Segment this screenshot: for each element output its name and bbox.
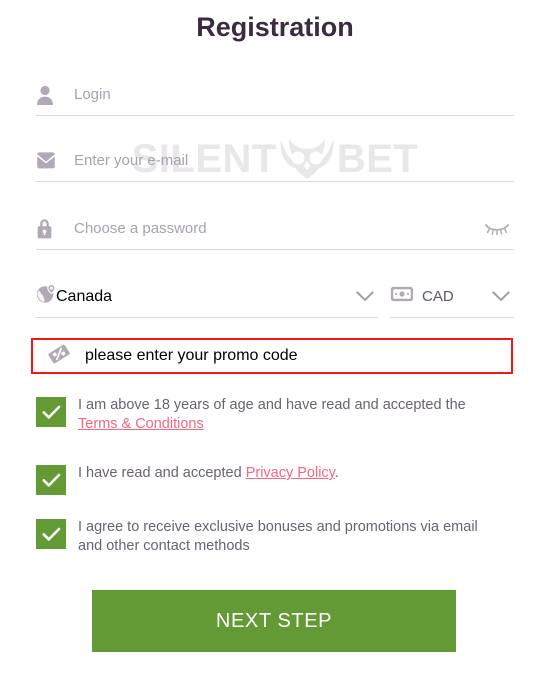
promo-code-input[interactable]: please enter your promo code — [71, 347, 298, 365]
checkbox-marketing-consent[interactable] — [36, 519, 66, 549]
country-value: Canada — [56, 287, 113, 305]
checkbox-text-privacy: I have read and accepted — [78, 465, 246, 481]
checkbox-text-age: I am above 18 years of age and have read… — [78, 397, 466, 413]
login-field[interactable]: Login — [36, 74, 514, 116]
user-icon — [36, 83, 62, 107]
percent-tag-icon — [47, 342, 71, 371]
envelope-icon — [36, 149, 62, 173]
checkbox-row-age-terms[interactable]: I am above 18 years of age and have read… — [36, 396, 514, 434]
checkbox-text-privacy-after: . — [334, 465, 339, 481]
email-input[interactable]: Enter your e-mail — [62, 152, 188, 169]
banknote-icon — [390, 286, 414, 307]
page-title: Registration — [196, 12, 354, 42]
chevron-down-icon[interactable] — [488, 285, 514, 309]
promo-code-field[interactable]: please enter your promo code — [31, 338, 513, 374]
email-field[interactable]: Enter your e-mail — [36, 140, 514, 182]
terms-conditions-link[interactable]: Terms & Conditions — [78, 416, 204, 432]
checkbox-age-terms[interactable] — [36, 397, 66, 427]
country-select[interactable]: Canada — [36, 276, 378, 318]
login-input[interactable]: Login — [62, 86, 111, 103]
eye-closed-icon[interactable] — [480, 217, 514, 241]
privacy-policy-link[interactable]: Privacy Policy — [246, 465, 335, 481]
checkbox-label-age-terms: I am above 18 years of age and have read… — [66, 396, 498, 434]
currency-select[interactable]: CAD — [390, 276, 514, 318]
lock-icon — [36, 217, 62, 241]
currency-value: CAD — [422, 288, 454, 305]
checkbox-label-privacy: I have read and accepted Privacy Policy. — [66, 464, 339, 483]
password-input[interactable]: Choose a password — [62, 220, 207, 237]
checkbox-privacy-policy[interactable] — [36, 465, 66, 495]
checkbox-label-marketing: I agree to receive exclusive bonuses and… — [78, 519, 478, 554]
checkbox-row-marketing[interactable]: I agree to receive exclusive bonuses and… — [36, 518, 514, 556]
next-step-button[interactable]: NEXT STEP — [92, 590, 456, 652]
registration-form-page: SILENT BET Registration Login Enter your… — [0, 0, 550, 682]
checkbox-row-privacy[interactable]: I have read and accepted Privacy Policy. — [36, 464, 514, 495]
globe-pin-icon — [36, 284, 56, 309]
password-field[interactable]: Choose a password — [36, 208, 514, 250]
chevron-down-icon[interactable] — [352, 285, 378, 309]
